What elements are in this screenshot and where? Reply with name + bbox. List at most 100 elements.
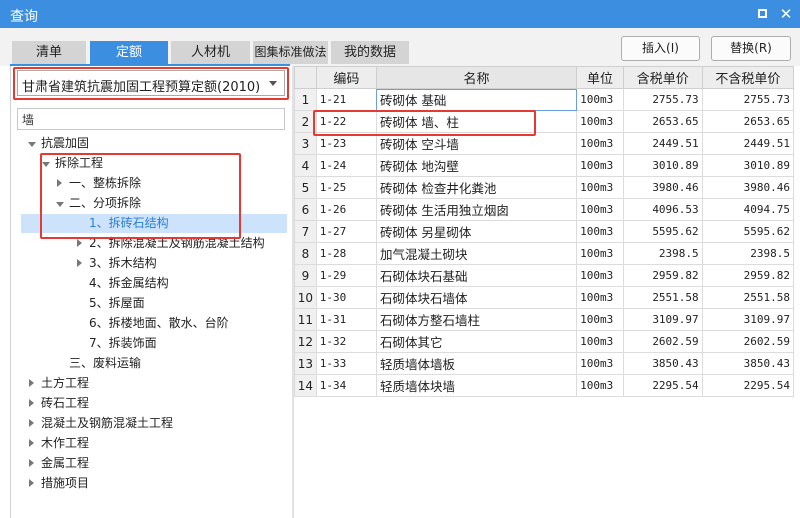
tree-node[interactable]: 5、拆屋面 — [11, 294, 289, 313]
tree-node[interactable]: 措施项目 — [11, 474, 289, 493]
header-price-with-tax[interactable]: 含税单价 — [622, 66, 703, 89]
replace-button[interactable]: 替换(R) — [711, 36, 791, 61]
cell-name[interactable]: 砖砌体 墙、柱 — [375, 110, 578, 133]
collapse-triangle-icon[interactable] — [55, 194, 65, 213]
cell-price-with-tax[interactable]: 3980.46 — [622, 176, 703, 199]
row-number[interactable]: 10 — [294, 286, 317, 309]
tree-node[interactable]: 4、拆金属结构 — [11, 274, 289, 293]
cell-code[interactable]: 1-34 — [315, 374, 377, 397]
cell-unit[interactable]: 100m3 — [576, 176, 624, 199]
tab-bill[interactable]: 清单 — [12, 41, 86, 64]
expand-triangle-icon[interactable] — [27, 434, 37, 453]
cell-price-without-tax[interactable]: 3980.46 — [701, 176, 795, 199]
cell-code[interactable]: 1-22 — [315, 110, 377, 133]
table-row[interactable]: 1 1-21 砖砌体 基础 100m3 2755.73 2755.73 — [294, 88, 795, 111]
cell-code[interactable]: 1-25 — [315, 176, 377, 199]
cell-code[interactable]: 1-29 — [315, 264, 377, 287]
row-number[interactable]: 5 — [294, 176, 317, 199]
cell-unit[interactable]: 100m3 — [576, 374, 624, 397]
row-number[interactable]: 14 — [294, 374, 317, 397]
tree-node[interactable]: 砖石工程 — [11, 394, 289, 413]
table-row[interactable]: 11 1-31 石砌体方整石墙柱 100m3 3109.97 3109.97 — [294, 308, 795, 331]
collapse-triangle-icon[interactable] — [41, 154, 51, 173]
row-number[interactable]: 9 — [294, 264, 317, 287]
cell-unit[interactable]: 100m3 — [576, 88, 624, 111]
cell-unit[interactable]: 100m3 — [576, 264, 624, 287]
table-row[interactable]: 9 1-29 石砌体块石基础 100m3 2959.82 2959.82 — [294, 264, 795, 287]
cell-name[interactable]: 加气混凝土砌块 — [375, 242, 578, 265]
cell-code[interactable]: 1-33 — [315, 352, 377, 375]
cell-code[interactable]: 1-30 — [315, 286, 377, 309]
row-number[interactable]: 2 — [294, 110, 317, 133]
tab-my-data[interactable]: 我的数据 — [331, 41, 409, 64]
tree-node[interactable]: 金属工程 — [11, 454, 289, 473]
cell-price-without-tax[interactable]: 3850.43 — [701, 352, 795, 375]
cell-unit[interactable]: 100m3 — [576, 198, 624, 221]
header-unit[interactable]: 单位 — [576, 66, 624, 89]
cell-price-without-tax[interactable]: 5595.62 — [701, 220, 795, 243]
cell-price-with-tax[interactable]: 2755.73 — [622, 88, 703, 111]
cell-price-with-tax[interactable]: 5595.62 — [622, 220, 703, 243]
cell-name[interactable]: 砖砌体 检查井化粪池 — [375, 176, 578, 199]
cell-name[interactable]: 砖砌体 地沟壁 — [375, 154, 578, 177]
cell-code[interactable]: 1-28 — [315, 242, 377, 265]
tree-node[interactable]: 抗震加固 — [11, 134, 289, 153]
cell-name[interactable]: 石砌体块石墙体 — [375, 286, 578, 309]
cell-code[interactable]: 1-21 — [315, 88, 377, 111]
tree-node[interactable]: 土方工程 — [11, 374, 289, 393]
cell-code[interactable]: 1-27 — [315, 220, 377, 243]
cell-unit[interactable]: 100m3 — [576, 132, 624, 155]
table-row[interactable]: 4 1-24 砖砌体 地沟壁 100m3 3010.89 3010.89 — [294, 154, 795, 177]
cell-unit[interactable]: 100m3 — [576, 286, 624, 309]
header-price-without-tax[interactable]: 不含税单价 — [701, 66, 795, 89]
collapse-triangle-icon[interactable] — [27, 134, 37, 153]
cell-price-with-tax[interactable]: 2398.5 — [622, 242, 703, 265]
cell-price-with-tax[interactable]: 3850.43 — [622, 352, 703, 375]
row-number[interactable]: 12 — [294, 330, 317, 353]
cell-price-with-tax[interactable]: 2653.65 — [622, 110, 703, 133]
cell-unit[interactable]: 100m3 — [576, 242, 624, 265]
cell-unit[interactable]: 100m3 — [576, 154, 624, 177]
cell-price-without-tax[interactable]: 2755.73 — [701, 88, 795, 111]
cell-code[interactable]: 1-26 — [315, 198, 377, 221]
cell-name[interactable]: 砖砌体 生活用独立烟囱 — [375, 198, 578, 221]
cell-name[interactable]: 石砌体方整石墙柱 — [375, 308, 578, 331]
cell-name[interactable]: 砖砌体 空斗墙 — [375, 132, 578, 155]
table-row[interactable]: 10 1-30 石砌体块石墙体 100m3 2551.58 2551.58 — [294, 286, 795, 309]
cell-price-without-tax[interactable]: 3010.89 — [701, 154, 795, 177]
header-code[interactable]: 编码 — [315, 66, 377, 89]
cell-price-with-tax[interactable]: 3109.97 — [622, 308, 703, 331]
cell-name[interactable]: 砖砌体 另星砌体 — [375, 220, 578, 243]
row-number[interactable]: 8 — [294, 242, 317, 265]
insert-button[interactable]: 插入(I) — [621, 36, 700, 61]
close-button[interactable]: ✕ — [776, 4, 796, 24]
cell-price-with-tax[interactable]: 2602.59 — [622, 330, 703, 353]
expand-triangle-icon[interactable] — [27, 394, 37, 413]
cell-price-without-tax[interactable]: 2295.54 — [701, 374, 795, 397]
tree-node[interactable]: 混凝土及钢筋混凝土工程 — [11, 414, 289, 433]
tab-quota[interactable]: 定额 — [90, 41, 168, 64]
tree-node[interactable]: 1、拆砖石结构 — [21, 214, 287, 233]
cell-name[interactable]: 轻质墙体块墙 — [375, 374, 578, 397]
row-number[interactable]: 13 — [294, 352, 317, 375]
search-input[interactable] — [17, 108, 285, 130]
cell-price-with-tax[interactable]: 3010.89 — [622, 154, 703, 177]
tree-node[interactable]: 一、整栋拆除 — [11, 174, 289, 193]
cell-name[interactable]: 砖砌体 基础 — [375, 88, 578, 111]
header-name[interactable]: 名称 — [375, 66, 578, 89]
cell-price-without-tax[interactable]: 2398.5 — [701, 242, 795, 265]
quota-library-dropdown[interactable]: 甘肃省建筑抗震加固工程预算定额(2010) — [17, 70, 285, 96]
tree-node[interactable]: 7、拆装饰面 — [11, 334, 289, 353]
cell-name[interactable]: 石砌体其它 — [375, 330, 578, 353]
cell-price-with-tax[interactable]: 2959.82 — [622, 264, 703, 287]
table-row[interactable]: 8 1-28 加气混凝土砌块 100m3 2398.5 2398.5 — [294, 242, 795, 265]
cell-unit[interactable]: 100m3 — [576, 220, 624, 243]
cell-price-without-tax[interactable]: 2653.65 — [701, 110, 795, 133]
cell-unit[interactable]: 100m3 — [576, 330, 624, 353]
cell-unit[interactable]: 100m3 — [576, 110, 624, 133]
expand-triangle-icon[interactable] — [55, 174, 65, 193]
table-row[interactable]: 13 1-33 轻质墙体墙板 100m3 3850.43 3850.43 — [294, 352, 795, 375]
table-row[interactable]: 12 1-32 石砌体其它 100m3 2602.59 2602.59 — [294, 330, 795, 353]
cell-price-with-tax[interactable]: 2295.54 — [622, 374, 703, 397]
row-number[interactable]: 6 — [294, 198, 317, 221]
